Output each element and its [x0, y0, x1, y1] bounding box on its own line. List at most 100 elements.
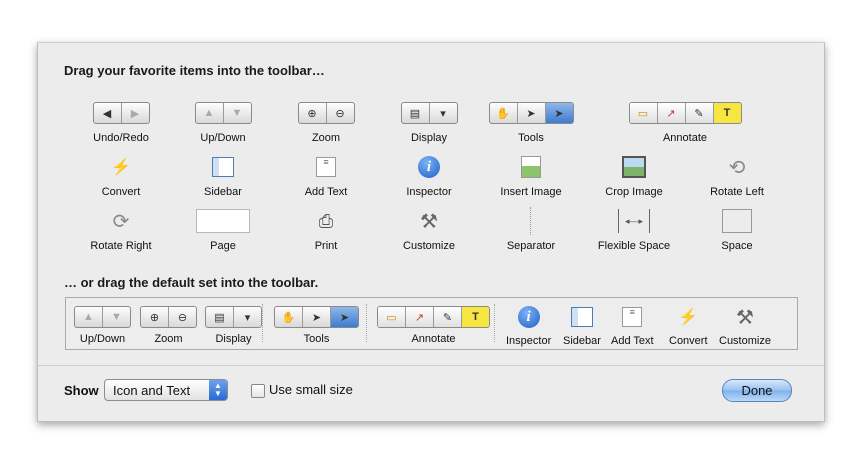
arrow-annotation-icon: ↗ [405, 307, 433, 327]
palette-item-label: Annotate [662, 132, 708, 144]
up-down-control: ▲ ▼ [194, 102, 252, 124]
palette-item-label: Zoom [311, 132, 341, 144]
palette-item-label: Inspector [406, 186, 452, 198]
crop-image-icon [621, 154, 647, 180]
separator-icon [366, 304, 368, 342]
zoom-control: ⊕ ⊖ [297, 102, 355, 124]
default-item-label: Customize [719, 335, 771, 347]
customize-toolbar-sheet: Drag your favorite items into the toolba… [37, 42, 825, 422]
palette-item-up-down[interactable]: ▲ ▼ Up/Down [168, 100, 278, 144]
chevron-down-icon: ▾ [428, 103, 457, 123]
up-arrow-icon: ▲ [83, 311, 94, 323]
default-item-customize: ⚒ Customize [719, 304, 771, 348]
palette-item-separator[interactable]: Separator [476, 207, 586, 252]
rotate-left-icon: ⟲ [728, 156, 746, 179]
hand-tool-icon: ✋ [496, 107, 510, 120]
zoom-out-icon: ⊖ [325, 103, 354, 123]
palette-item-add-text[interactable]: ≡ Add Text [271, 154, 381, 198]
palette-item-label: Rotate Left [710, 186, 764, 198]
palette-item-zoom[interactable]: ⊕ ⊖ Zoom [271, 100, 381, 144]
zoom-in-icon: ⊕ [307, 107, 317, 120]
show-mode-value: Icon and Text [113, 382, 191, 398]
arrow-annotation-icon: ↗ [656, 103, 685, 123]
default-item-label: Sidebar [563, 335, 601, 347]
zoom-in-icon: ⊕ [149, 311, 160, 324]
separator-icon [262, 304, 264, 342]
palette-item-page[interactable]: Page [168, 208, 278, 252]
default-set-heading: … or drag the default set into the toolb… [64, 275, 319, 290]
palette-item-label: Flexible Space [597, 240, 671, 252]
default-item-inspector: i Inspector [506, 304, 551, 347]
convert-icon: ⚡ [678, 309, 699, 326]
footer-divider [38, 365, 824, 366]
default-item-up-down: ▲ ▼ Up/Down [74, 306, 131, 345]
palette-item-label: Rotate Right [90, 240, 152, 252]
default-item-label: Convert [669, 335, 708, 347]
default-toolbar-set[interactable]: ▲ ▼ Up/Down ⊕ ⊖ Zoom ▤ ▾ Display ✋ ➤ ➤ Tools … [65, 297, 798, 350]
palette-item-rotate-left[interactable]: ⟲ Rotate Left [682, 154, 792, 199]
undo-redo-control: ◀ ▶ [92, 102, 150, 124]
link-annotation-icon: ✎ [433, 307, 461, 327]
palette-item-tools[interactable]: ✋ ➤ ➤ Tools [476, 100, 586, 144]
display-popup: ▤ ▾ [400, 102, 458, 124]
palette-item-print[interactable]: ⎙ Print [271, 208, 381, 253]
arrow-tool-icon: ➤ [516, 103, 545, 123]
palette-item-customize[interactable]: ⚒ Customize [374, 208, 484, 253]
palette-item-label: Insert Image [500, 186, 562, 198]
note-annotation-icon: ▭ [378, 307, 405, 327]
palette-item-flexible-space[interactable]: ◂—▸ Flexible Space [579, 208, 689, 252]
show-mode-popup[interactable]: Icon and Text ▲ ▼ [104, 379, 228, 401]
palette-item-label: Print [314, 240, 338, 252]
palette-item-display[interactable]: ▤ ▾ Display [374, 100, 484, 144]
add-text-icon: ≡ [619, 304, 645, 330]
default-item-display: ▤ ▾ Display [205, 306, 262, 345]
palette-item-annotate[interactable]: ▭ ↗ ✎ T Annotate [628, 100, 742, 144]
palette-item-label: Space [721, 240, 753, 252]
convert-icon: ⚡ [111, 159, 131, 176]
note-annotation-icon: ▭ [629, 103, 657, 123]
select-tool-icon: ➤ [330, 307, 358, 327]
text-annotation-icon: T [461, 307, 489, 327]
default-item-convert: ⚡ Convert [669, 304, 708, 347]
default-item-add-text: ≡ Add Text [611, 304, 654, 347]
select-tool-icon: ➤ [544, 103, 573, 123]
redo-arrow-icon: ▶ [120, 103, 149, 123]
link-annotation-icon: ✎ [684, 103, 713, 123]
down-arrow-icon: ▼ [222, 103, 251, 123]
done-button[interactable]: Done [722, 379, 792, 402]
palette-item-convert[interactable]: ⚡ Convert [66, 154, 176, 198]
hand-tool-icon: ✋ [281, 311, 296, 324]
palette-item-undo-redo[interactable]: ◀ ▶ Undo/Redo [66, 100, 176, 144]
palette-item-label: Separator [506, 240, 556, 252]
sidebar-icon [210, 154, 236, 180]
palette-item-label: Convert [101, 186, 141, 198]
customize-icon: ⚒ [420, 210, 438, 233]
space-icon [722, 209, 752, 233]
use-small-size-checkbox[interactable] [251, 384, 265, 398]
arrow-tool-icon: ➤ [302, 307, 330, 327]
undo-arrow-icon: ◀ [102, 107, 112, 120]
use-small-size-label[interactable]: Use small size [269, 382, 353, 397]
palette-item-inspector[interactable]: i Inspector [374, 154, 484, 198]
text-annotation-icon: T [712, 103, 741, 123]
default-item-label: Zoom [154, 333, 183, 345]
palette-item-crop-image[interactable]: Crop Image [579, 154, 689, 198]
default-item-label: Up/Down [79, 333, 126, 345]
palette-item-label: Tools [518, 132, 544, 144]
default-item-tools: ✋ ➤ ➤ Tools [274, 306, 359, 345]
tools-control: ✋ ➤ ➤ [488, 102, 574, 124]
palette-item-rotate-right[interactable]: ⟳ Rotate Right [66, 208, 176, 253]
show-label: Show [64, 383, 99, 398]
palette-item-space[interactable]: Space [682, 208, 792, 252]
palette-item-insert-image[interactable]: Insert Image [476, 154, 586, 198]
page-layout-icon: ▤ [214, 311, 225, 324]
default-item-label: Tools [303, 333, 330, 345]
palette-item-sidebar[interactable]: Sidebar [168, 154, 278, 198]
palette-item-label: Add Text [304, 186, 348, 198]
palette-item-label: Sidebar [204, 186, 242, 198]
page-layout-icon: ▤ [409, 107, 421, 120]
default-item-label: Display [215, 333, 252, 345]
print-icon: ⎙ [318, 210, 334, 231]
default-item-label: Inspector [506, 335, 552, 347]
default-item-label: Add Text [611, 335, 654, 347]
